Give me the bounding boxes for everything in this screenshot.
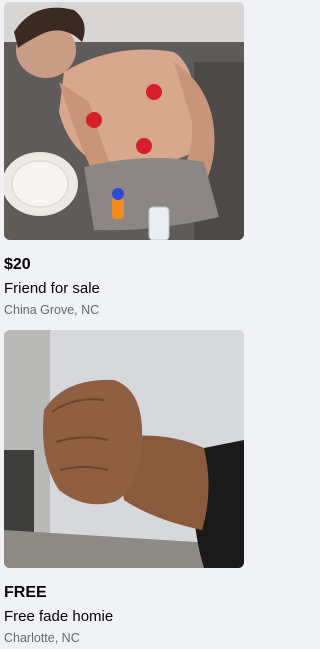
listing-price: FREE [4, 584, 47, 601]
listing-title[interactable]: Friend for sale [4, 280, 244, 298]
listing-location: China Grove, NC [4, 303, 100, 317]
raised-fist-photo [4, 330, 244, 568]
sleeping-person-photo [4, 2, 244, 240]
listing-card[interactable]: FREE Free fade homie Charlotte, NC [4, 330, 244, 646]
listing-title[interactable]: Free fade homie [4, 608, 244, 626]
listing-location: Charlotte, NC [4, 631, 80, 645]
listing-photo[interactable] [4, 330, 244, 568]
listing-card[interactable]: $20 Friend for sale China Grove, NC [4, 2, 244, 318]
listing-photo[interactable] [4, 2, 244, 240]
listing-price: $20 [4, 256, 31, 273]
